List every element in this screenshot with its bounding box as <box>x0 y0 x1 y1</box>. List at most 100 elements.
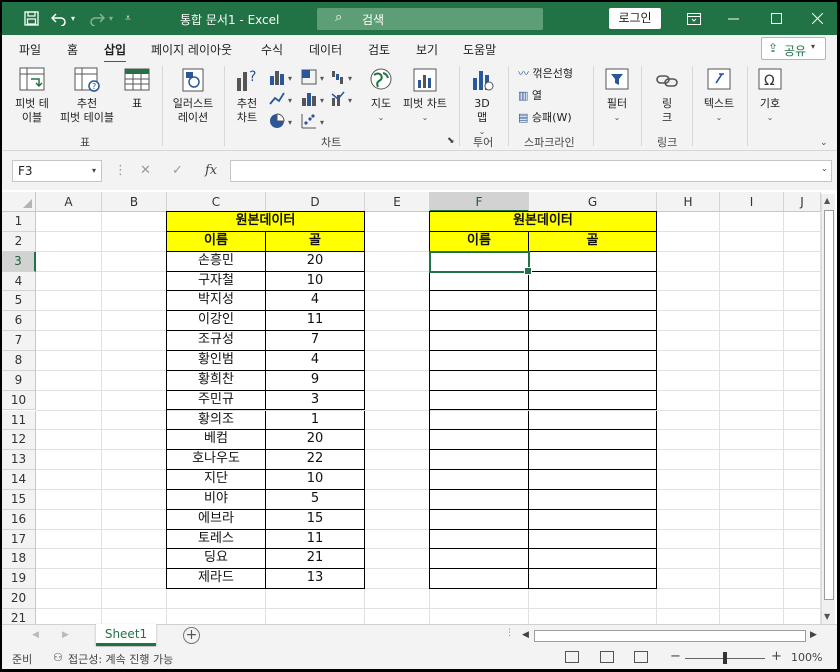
login-button[interactable]: 로그인 <box>609 8 661 29</box>
target-cell-goals[interactable] <box>529 509 657 530</box>
column-header-g[interactable]: G <box>529 192 657 212</box>
next-sheet-icon[interactable]: ▶ <box>62 630 69 640</box>
pivot-chart-button[interactable]: 피벗 차트 ⌄ <box>398 66 452 125</box>
source-cell-name[interactable]: 호나우도 <box>167 450 266 471</box>
target-header-name[interactable]: 이름 <box>430 231 529 252</box>
target-cell-goals[interactable] <box>529 291 657 312</box>
row-header-17[interactable]: 17 <box>2 529 36 550</box>
source-cell-goals[interactable]: 13 <box>266 569 365 590</box>
source-cell-goals[interactable]: 22 <box>266 450 365 471</box>
prev-sheet-icon[interactable]: ◀ <box>32 630 39 640</box>
row-header-15[interactable]: 15 <box>2 489 36 510</box>
row-header-19[interactable]: 19 <box>2 569 36 590</box>
column-header-d[interactable]: D <box>266 192 365 212</box>
row-header-1[interactable]: 1 <box>2 212 36 232</box>
target-cell-name[interactable] <box>430 370 529 391</box>
source-cell-goals[interactable]: 21 <box>266 549 365 570</box>
row-header-12[interactable]: 12 <box>2 430 36 451</box>
source-cell-goals[interactable]: 1 <box>266 410 365 431</box>
source-cell-name[interactable]: 지단 <box>167 470 266 490</box>
column-header-f[interactable]: F <box>430 192 529 212</box>
row-header-3[interactable]: 3 <box>2 251 36 272</box>
scatter-chart-icon[interactable]: ▾ <box>300 112 330 130</box>
statistic-chart-icon[interactable]: ▾ <box>300 90 330 108</box>
target-cell-goals[interactable] <box>529 430 657 451</box>
target-cell-name[interactable] <box>430 450 529 471</box>
target-cell-name[interactable] <box>430 331 529 351</box>
row-header-20[interactable]: 20 <box>2 589 36 609</box>
hierarchy-chart-icon[interactable]: ▾ <box>300 68 330 86</box>
tab-file[interactable]: 파일 <box>19 41 41 58</box>
expand-formula-icon[interactable]: ⌄ <box>821 164 828 173</box>
row-header-9[interactable]: 9 <box>2 370 36 391</box>
scroll-down-icon[interactable]: ▼ <box>824 612 830 621</box>
scroll-right-icon[interactable]: ▶ <box>810 630 817 640</box>
target-cell-goals[interactable] <box>529 529 657 550</box>
zoom-slider-thumb[interactable] <box>723 652 727 664</box>
customize-qat-icon[interactable]: ⩡ <box>120 2 136 35</box>
source-cell-name[interactable]: 베컴 <box>167 430 266 451</box>
tab-data[interactable]: 데이터 <box>309 41 342 58</box>
horizontal-scrollbar[interactable]: ◀ ▶ <box>520 629 820 644</box>
source-cell-goals[interactable]: 11 <box>266 529 365 550</box>
column-header-b[interactable]: B <box>102 192 167 212</box>
target-cell-name[interactable] <box>430 271 529 292</box>
tab-formulas[interactable]: 수식 <box>261 41 283 58</box>
row-header-10[interactable]: 10 <box>2 390 36 411</box>
redo-icon[interactable] <box>86 2 108 35</box>
formula-input[interactable] <box>230 160 832 182</box>
column-header-h[interactable]: H <box>657 192 720 212</box>
source-cell-name[interactable]: 주민규 <box>167 390 266 411</box>
target-cell-name[interactable] <box>430 489 529 510</box>
column-header-a[interactable]: A <box>36 192 102 212</box>
tab-review[interactable]: 검토 <box>368 41 390 58</box>
source-header-goals[interactable]: 골 <box>266 231 365 252</box>
target-header-goals[interactable]: 골 <box>529 231 657 252</box>
close-icon[interactable] <box>802 2 832 35</box>
tab-insert[interactable]: 삽입 <box>104 41 127 64</box>
target-table-title[interactable]: 원본데이터 <box>430 212 657 232</box>
target-cell-goals[interactable] <box>529 331 657 351</box>
zoom-out-icon[interactable]: − <box>670 649 681 664</box>
target-cell-name[interactable] <box>430 529 529 550</box>
tab-help[interactable]: 도움말 <box>463 41 496 58</box>
target-cell-goals[interactable] <box>529 410 657 431</box>
name-box[interactable]: F3 ▾ <box>12 160 102 182</box>
source-cell-goals[interactable]: 20 <box>266 430 365 451</box>
source-cell-name[interactable]: 에브라 <box>167 509 266 530</box>
collapse-ribbon-icon[interactable]: ⌄ <box>820 138 828 148</box>
accessibility-status[interactable]: 접근성: 계속 진행 가능 <box>68 651 173 667</box>
combo-chart-icon[interactable]: ▾ <box>330 90 360 108</box>
dialog-launcher-icon[interactable]: ⬊ <box>447 136 455 146</box>
undo-icon[interactable] <box>48 2 70 35</box>
pie-chart-icon[interactable]: ▾ <box>268 112 298 130</box>
target-cell-goals[interactable] <box>529 271 657 292</box>
source-cell-name[interactable]: 황희찬 <box>167 370 266 391</box>
target-cell-name[interactable] <box>430 390 529 411</box>
source-cell-name[interactable]: 황인범 <box>167 350 266 371</box>
share-button[interactable]: ⇪ 공유 ▾ <box>761 37 826 60</box>
tab-split-handle[interactable]: ⋮ <box>505 628 514 638</box>
row-header-18[interactable]: 18 <box>2 549 36 570</box>
target-cell-goals[interactable] <box>529 549 657 570</box>
tab-page-layout[interactable]: 페이지 레이아웃 <box>151 41 232 58</box>
row-header-8[interactable]: 8 <box>2 350 36 371</box>
row-header-16[interactable]: 16 <box>2 509 36 530</box>
source-cell-name[interactable]: 구자철 <box>167 271 266 292</box>
source-cell-name[interactable]: 손흥민 <box>167 251 266 272</box>
accessibility-icon[interactable]: ⚇ <box>53 651 63 664</box>
source-header-name[interactable]: 이름 <box>167 231 266 252</box>
recommended-charts-button[interactable]: ? 추천 차트 <box>226 66 268 125</box>
source-table-title[interactable]: 원본데이터 <box>167 212 365 232</box>
vertical-scroll-thumb[interactable] <box>824 210 834 600</box>
target-cell-goals[interactable] <box>529 311 657 332</box>
row-header-2[interactable]: 2 <box>2 231 36 252</box>
zoom-level[interactable]: 100% <box>791 651 822 664</box>
add-sheet-icon[interactable]: + <box>183 627 200 644</box>
filter-button[interactable]: 필터 ⌄ <box>597 66 637 125</box>
source-cell-name[interactable]: 조규성 <box>167 331 266 351</box>
row-header-5[interactable]: 5 <box>2 291 36 312</box>
row-header-21[interactable]: 21 <box>2 609 36 624</box>
source-cell-goals[interactable]: 9 <box>266 370 365 391</box>
source-cell-name[interactable]: 토레스 <box>167 529 266 550</box>
